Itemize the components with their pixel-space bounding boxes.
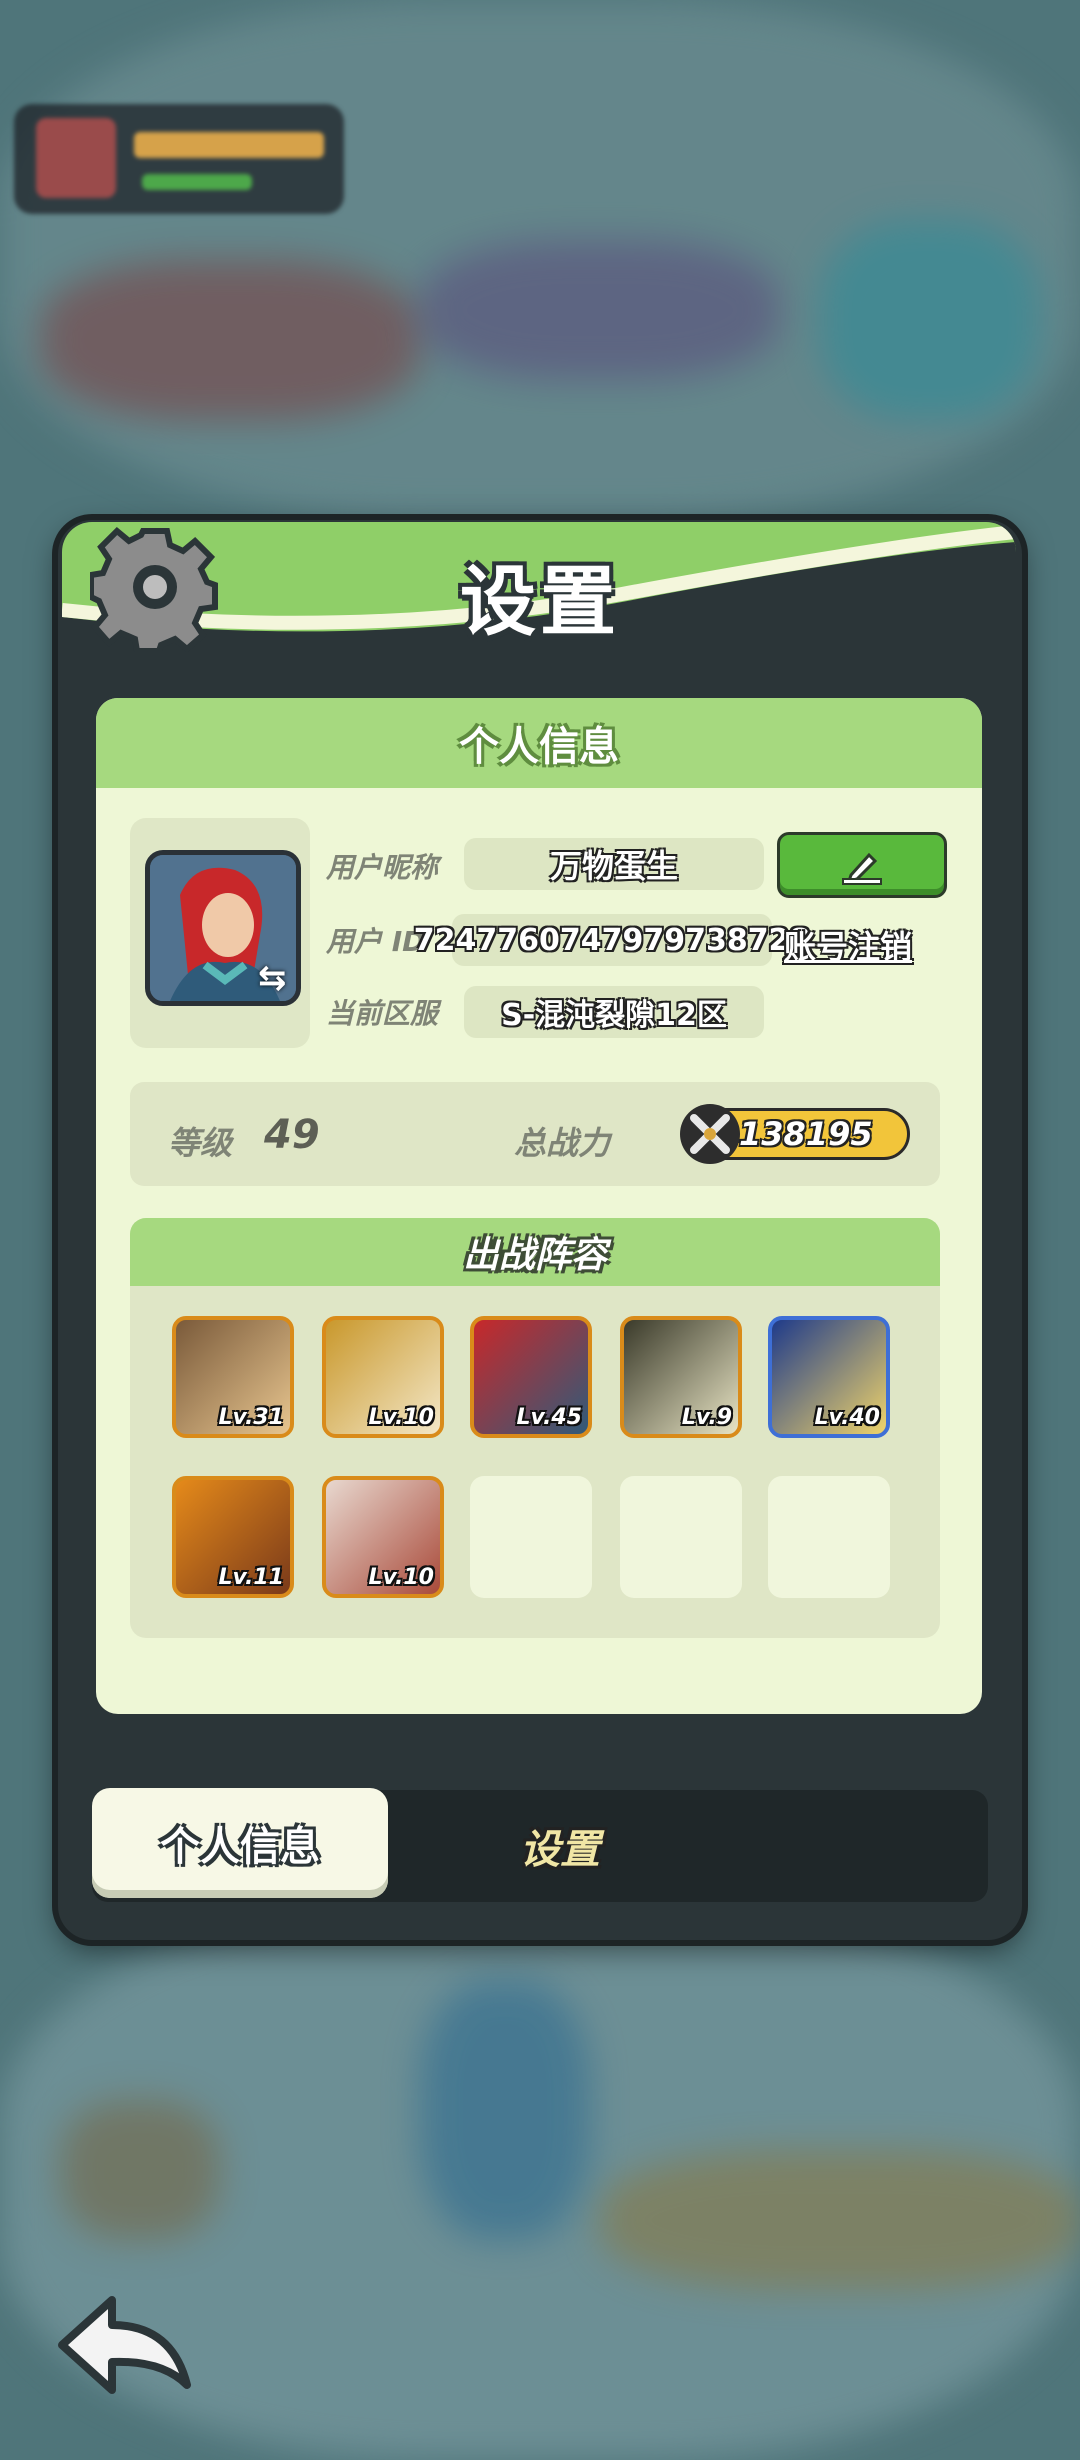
- user-id-value: 7247760747979738728: [414, 914, 810, 966]
- section-title: 个人信息: [96, 698, 982, 788]
- swap-avatar-icon[interactable]: ⇆: [258, 958, 298, 998]
- pencil-icon: [842, 852, 882, 885]
- user-id-label: 用户 ID: [326, 925, 426, 958]
- level-value: 49: [264, 1112, 320, 1158]
- server-value: S-混沌裂隙12区: [464, 986, 764, 1038]
- empty-slot[interactable]: [470, 1476, 592, 1598]
- nickname-label: 用户昵称: [326, 851, 439, 884]
- empty-slot[interactable]: [768, 1476, 890, 1598]
- hero-slot-5[interactable]: Lv.40: [768, 1316, 890, 1438]
- team-title: 出战阵容: [130, 1218, 940, 1286]
- account-delete-link[interactable]: 账号注销: [784, 922, 912, 968]
- hero-slot-2[interactable]: Lv.10: [322, 1316, 444, 1438]
- level-label: 等级: [168, 1124, 233, 1162]
- hero-level: Lv.40: [814, 1405, 880, 1430]
- tab-settings[interactable]: 设置: [460, 1804, 660, 1888]
- hero-level: Lv.31: [218, 1405, 284, 1430]
- player-bar-blurred: [14, 104, 344, 214]
- crossed-swords-icon: [680, 1104, 740, 1164]
- hero-level: Lv.9: [681, 1405, 732, 1430]
- hero-level: Lv.11: [218, 1565, 284, 1590]
- hero-slot-4[interactable]: Lv.9: [620, 1316, 742, 1438]
- server-label: 当前区服: [326, 997, 439, 1030]
- hero-level: Lv.10: [368, 1405, 434, 1430]
- dialog-title: 设置: [460, 557, 620, 646]
- power-label: 总战力: [514, 1124, 611, 1162]
- empty-slot[interactable]: [620, 1476, 742, 1598]
- tab-personal-info[interactable]: 个人信息: [92, 1788, 388, 1898]
- hero-slot-1[interactable]: Lv.31: [172, 1316, 294, 1438]
- hero-slot-3[interactable]: Lv.45: [470, 1316, 592, 1438]
- nickname-value: 万物蛋生: [464, 838, 764, 890]
- hero-level: Lv.45: [516, 1405, 582, 1430]
- edit-nickname-button[interactable]: [777, 832, 947, 898]
- hero-slot-7[interactable]: Lv.10: [322, 1476, 444, 1598]
- power-value: 138195: [739, 1115, 873, 1153]
- hero-level: Lv.10: [368, 1565, 434, 1590]
- back-arrow-icon[interactable]: [52, 2290, 202, 2400]
- hero-slot-6[interactable]: Lv.11: [172, 1476, 294, 1598]
